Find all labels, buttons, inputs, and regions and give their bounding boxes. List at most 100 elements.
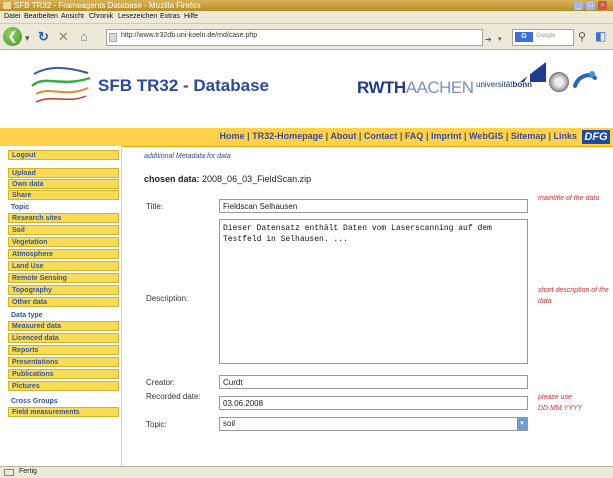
nav-webgis[interactable]: WebGIS bbox=[469, 131, 503, 141]
back-arrow-icon[interactable]: ❮ bbox=[3, 27, 22, 46]
status-text: Fertig bbox=[19, 468, 37, 475]
university-seal-icon bbox=[549, 72, 569, 92]
recorded-date-label: Recorded date: bbox=[146, 392, 201, 401]
sidebar-item-atmosphere[interactable]: Atmosphere bbox=[8, 249, 119, 259]
page-content: SFB TR32 - Database RWTHAACHEN universit… bbox=[0, 50, 613, 466]
nav-links[interactable]: Links bbox=[553, 131, 577, 141]
sidebar-heading-data-type: Data type bbox=[11, 312, 43, 319]
bonn-logo-text: universitätbonn bbox=[476, 80, 532, 89]
search-icon[interactable]: ⚲ bbox=[578, 31, 586, 44]
sidebar-heading-topic: Topic bbox=[11, 204, 30, 211]
recorded-date-field[interactable] bbox=[219, 396, 528, 410]
google-icon[interactable]: G bbox=[515, 32, 533, 42]
rwth-logo: RWTHAACHEN bbox=[357, 78, 474, 98]
sidebar-item-other-data[interactable]: Other data bbox=[8, 297, 119, 307]
nav-imprint[interactable]: Imprint bbox=[431, 131, 462, 141]
form-subheading: additional Metadata for data bbox=[144, 153, 231, 160]
sidebar-item-vegetation[interactable]: Vegetation bbox=[8, 237, 119, 247]
nav-home[interactable]: Home bbox=[220, 131, 245, 141]
status-bar: Fertig bbox=[0, 466, 613, 478]
sidebar-share[interactable]: Share bbox=[8, 190, 119, 200]
topic-label: Topic: bbox=[146, 420, 167, 429]
description-hint: short description of the data bbox=[538, 287, 609, 305]
go-arrow-icon[interactable]: ➔ bbox=[485, 33, 492, 46]
menu-bar: Datei Bearbeiten Ansicht Chronik Lesezei… bbox=[0, 11, 613, 24]
sidebar: Logout Upload Own data Share Topic Resea… bbox=[0, 146, 122, 466]
sidebar-item-reports[interactable]: Reports bbox=[8, 345, 119, 355]
rwth-light: AACHEN bbox=[405, 78, 474, 97]
chevron-down-icon[interactable]: ▼ bbox=[517, 418, 527, 430]
search-placeholder: Google bbox=[536, 33, 556, 39]
sidebar-item-topography[interactable]: Topography bbox=[8, 285, 119, 295]
search-box[interactable]: G Google bbox=[512, 29, 574, 46]
nav-faq[interactable]: FAQ bbox=[405, 131, 424, 141]
nav-sitemap[interactable]: Sitemap bbox=[511, 131, 546, 141]
title-hint: maintitle of the data bbox=[538, 195, 600, 202]
site-header: SFB TR32 - Database RWTHAACHEN universit… bbox=[0, 50, 613, 128]
sidebar-logout[interactable]: Logout bbox=[8, 150, 119, 160]
nav-tr32-homepage[interactable]: TR32-Homepage bbox=[252, 131, 323, 141]
menu-lesezeichen[interactable]: Lesezeichen bbox=[118, 12, 157, 22]
rwth-bold: RWTH bbox=[357, 78, 406, 97]
sidebar-heading-cross-groups: Cross Groups bbox=[11, 398, 58, 405]
minimize-button[interactable]: _ bbox=[574, 1, 583, 10]
window-titlebar: SFB TR32 - Frameagents Database - Mozill… bbox=[0, 0, 613, 11]
window-title: SFB TR32 - Frameagents Database - Mozill… bbox=[14, 1, 201, 10]
close-button[interactable]: × bbox=[598, 1, 607, 10]
sidebar-item-remote-sensing[interactable]: Remote Sensing bbox=[8, 273, 119, 283]
bonn-prefix: universität bbox=[476, 80, 513, 89]
navigation-toolbar: ❮ ▾ ↻ ✕ ⌂ http://www.tr32db.uni-koeln.de… bbox=[0, 24, 613, 50]
address-bar[interactable]: http://www.tr32db.uni-koeln.de/md/case.p… bbox=[106, 29, 483, 46]
sidebar-own-data[interactable]: Own data bbox=[8, 179, 119, 189]
sidebar-item-research-sites[interactable]: Research sites bbox=[8, 213, 119, 223]
sidebar-item-soil[interactable]: Soil bbox=[8, 225, 119, 235]
topic-select[interactable]: soil ▼ bbox=[219, 417, 528, 431]
history-dropdown-icon[interactable]: ▾ bbox=[498, 33, 502, 46]
url-text[interactable]: http://www.tr32db.uni-koeln.de/md/case.p… bbox=[121, 32, 257, 39]
page-icon bbox=[109, 33, 117, 42]
bonn-bold: bonn bbox=[512, 80, 533, 89]
menu-bearbeiten[interactable]: Bearbeiten bbox=[24, 12, 58, 22]
extension-icon[interactable]: ◧ bbox=[595, 30, 606, 43]
menu-ansicht[interactable]: Ansicht bbox=[61, 12, 84, 22]
sidebar-item-land-use[interactable]: Land Use bbox=[8, 261, 119, 271]
firefox-icon bbox=[3, 2, 11, 9]
maximize-button[interactable]: □ bbox=[586, 1, 595, 10]
sidebar-item-field-measurements[interactable]: Field measurements bbox=[8, 407, 119, 417]
top-navigation: Home | TR32-Homepage | About | Contact |… bbox=[0, 128, 613, 147]
sidebar-item-pictures[interactable]: Pictures bbox=[8, 381, 119, 391]
menu-datei[interactable]: Datei bbox=[4, 12, 20, 22]
reload-icon[interactable]: ↻ bbox=[38, 30, 49, 43]
status-icon bbox=[4, 469, 14, 476]
topic-selected-value: soil bbox=[223, 419, 236, 428]
nav-about[interactable]: About bbox=[330, 131, 356, 141]
sidebar-item-licenced-data[interactable]: Licenced data bbox=[8, 333, 119, 343]
recorded-date-hint: please use DD.MM.YYYY bbox=[538, 394, 583, 412]
nav-contact[interactable]: Contact bbox=[364, 131, 398, 141]
menu-hilfe[interactable]: Hilfe bbox=[184, 12, 198, 22]
metadata-form: additional Metadata for data chosen data… bbox=[122, 146, 613, 466]
chosen-data-label: chosen data: bbox=[144, 174, 200, 184]
sfb-logo-icon bbox=[31, 66, 91, 103]
description-field[interactable]: Dieser Datensatz enthält Daten vom Laser… bbox=[219, 219, 528, 364]
chosen-data-value: 2008_06_03_FieldScan.zip bbox=[202, 174, 312, 184]
home-icon[interactable]: ⌂ bbox=[80, 30, 88, 43]
menu-extras[interactable]: Extras bbox=[160, 12, 180, 22]
menu-chronik[interactable]: Chronik bbox=[89, 12, 113, 22]
sidebar-item-publications[interactable]: Publications bbox=[8, 369, 119, 379]
dfg-logo: DFG bbox=[582, 130, 610, 144]
title-field[interactable] bbox=[219, 199, 528, 213]
sidebar-item-presentations[interactable]: Presentations bbox=[8, 357, 119, 367]
site-title: SFB TR32 - Database bbox=[98, 76, 269, 95]
description-label: Description: bbox=[146, 294, 189, 303]
chosen-data: chosen data: 2008_06_03_FieldScan.zip bbox=[144, 174, 311, 184]
top-nav-links: Home | TR32-Homepage | About | Contact |… bbox=[220, 131, 577, 141]
creator-field[interactable] bbox=[219, 375, 528, 389]
swirl-logo-icon bbox=[573, 71, 597, 88]
dropdown-arrow-icon[interactable]: ▾ bbox=[25, 32, 30, 45]
bonn-logo-icon bbox=[520, 62, 546, 82]
sidebar-item-measured-data[interactable]: Measured data bbox=[8, 321, 119, 331]
creator-label: Creator: bbox=[146, 378, 175, 387]
sidebar-upload[interactable]: Upload bbox=[8, 168, 119, 178]
stop-icon[interactable]: ✕ bbox=[58, 30, 69, 43]
